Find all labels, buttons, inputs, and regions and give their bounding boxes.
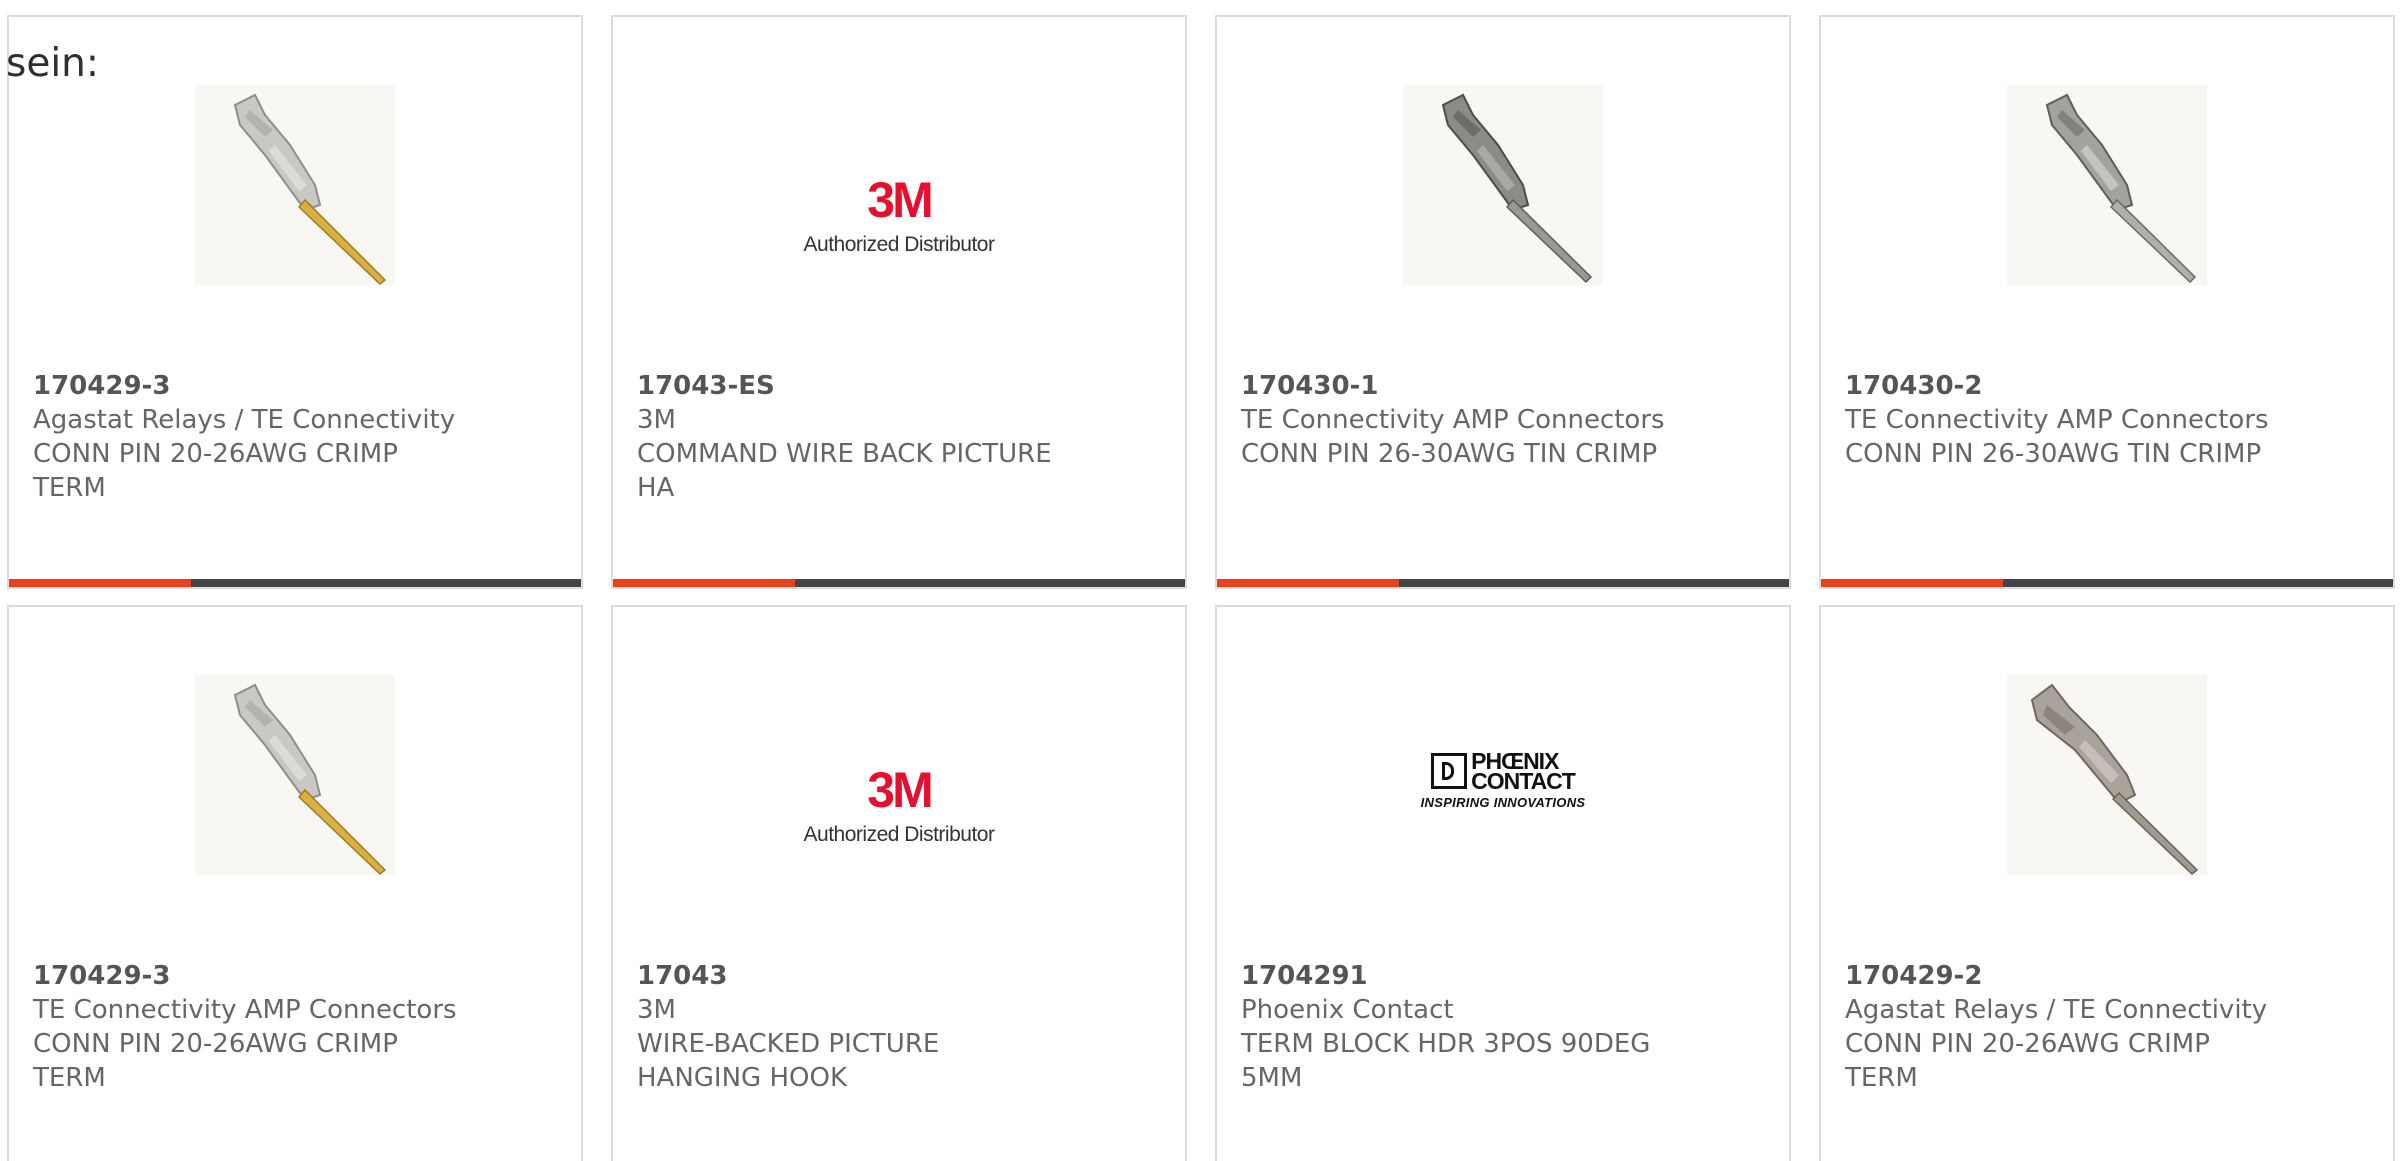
phoenix-logo-tagline: INSPIRING INNOVATIONS	[1420, 794, 1586, 810]
part-number[interactable]: 170429-3	[33, 959, 473, 993]
description-line: TERM	[33, 1063, 106, 1093]
product-image[interactable]	[1821, 85, 2393, 305]
card-bottom-bar	[1217, 579, 1789, 587]
3m-logo-subtitle: Authorized Distributor	[803, 823, 995, 846]
product-grid: 170429-3 Agastat Relays / TE Connectivit…	[0, 0, 2400, 1161]
part-number[interactable]: 170429-2	[1845, 959, 2285, 993]
product-image[interactable]: PHŒNIX CONTACT INSPIRING INNOVATIONS	[1217, 675, 1789, 895]
intro-text: sein:	[6, 41, 100, 86]
phoenix-contact-logo: PHŒNIX CONTACT INSPIRING INNOVATIONS	[1388, 705, 1618, 855]
product-card[interactable]: PHŒNIX CONTACT INSPIRING INNOVATIONS 170…	[1215, 605, 1791, 1161]
manufacturer: 3M	[637, 405, 676, 435]
product-info: 170429-3 TE Connectivity AMP Connectors …	[33, 959, 473, 1095]
gold-crimp-pin-image	[195, 675, 395, 875]
product-info: 1704291 Phoenix Contact TERM BLOCK HDR 3…	[1241, 959, 1681, 1095]
description-line: WIRE-BACKED PICTURE	[637, 1029, 940, 1059]
3m-logo: 3M Authorized Distributor	[794, 731, 1004, 881]
3m-logo-subtitle: Authorized Distributor	[803, 233, 995, 256]
product-card[interactable]: 170430-1 TE Connectivity AMP Connectors …	[1215, 15, 1791, 589]
3m-logo: 3M Authorized Distributor	[794, 141, 1004, 291]
product-card[interactable]: 170429-3 TE Connectivity AMP Connectors …	[7, 605, 583, 1161]
description-line: TERM	[33, 473, 106, 503]
product-card[interactable]: 3M Authorized Distributor 17043-ES 3M CO…	[611, 15, 1187, 589]
manufacturer: TE Connectivity AMP Connectors	[1241, 405, 1665, 435]
description-line: CONN PIN 20-26AWG CRIMP	[1845, 1029, 2210, 1059]
description-line: TERM	[1845, 1063, 1918, 1093]
card-accent-bar	[1217, 579, 1399, 587]
description-line: TERM BLOCK HDR 3POS 90DEG	[1241, 1029, 1651, 1059]
product-info: 170430-2 TE Connectivity AMP Connectors …	[1845, 369, 2285, 471]
product-image[interactable]	[1821, 675, 2393, 895]
card-accent-bar	[1821, 579, 2003, 587]
phoenix-logo-mark	[1431, 752, 1468, 789]
card-bottom-bar	[613, 579, 1185, 587]
part-number[interactable]: 170429-3	[33, 369, 473, 403]
manufacturer: TE Connectivity AMP Connectors	[1845, 405, 2269, 435]
tin-crimp-pin-image	[2007, 85, 2207, 285]
gold-crimp-pin-image	[195, 85, 395, 285]
product-info: 17043 3M WIRE-BACKED PICTURE HANGING HOO…	[637, 959, 1077, 1095]
product-image[interactable]: 3M Authorized Distributor	[613, 675, 1185, 895]
description-line: 5MM	[1241, 1063, 1303, 1093]
description-line: COMMAND WIRE BACK PICTURE	[637, 439, 1052, 469]
product-info: 170429-2 Agastat Relays / TE Connectivit…	[1845, 959, 2285, 1095]
product-image[interactable]: 3M Authorized Distributor	[613, 85, 1185, 305]
manufacturer: Agastat Relays / TE Connectivity	[1845, 995, 2268, 1025]
tin-crimp-pin-image	[1403, 85, 1603, 285]
card-accent-bar	[613, 579, 795, 587]
part-number[interactable]: 170430-2	[1845, 369, 2285, 403]
description-line: HANGING HOOK	[637, 1063, 847, 1093]
manufacturer: Agastat Relays / TE Connectivity	[33, 405, 456, 435]
manufacturer: Phoenix Contact	[1241, 995, 1454, 1025]
product-image[interactable]	[1217, 85, 1789, 305]
description-line: HA	[637, 473, 675, 503]
card-accent-bar	[9, 579, 191, 587]
product-card[interactable]: 170429-3 Agastat Relays / TE Connectivit…	[7, 15, 583, 589]
part-number[interactable]: 1704291	[1241, 959, 1681, 993]
product-card[interactable]: 170430-2 TE Connectivity AMP Connectors …	[1819, 15, 2395, 589]
part-number[interactable]: 17043-ES	[637, 369, 1077, 403]
card-bottom-bar	[1821, 579, 2393, 587]
tin-crimp-pin-image	[2007, 675, 2207, 875]
product-image[interactable]	[9, 85, 581, 305]
product-info: 17043-ES 3M COMMAND WIRE BACK PICTURE HA	[637, 369, 1077, 505]
part-number[interactable]: 170430-1	[1241, 369, 1681, 403]
part-number[interactable]: 17043	[637, 959, 1077, 993]
product-info: 170430-1 TE Connectivity AMP Connectors …	[1241, 369, 1681, 471]
phoenix-logo-line2: CONTACT	[1471, 767, 1576, 794]
description-line: CONN PIN 20-26AWG CRIMP	[33, 439, 398, 469]
manufacturer: TE Connectivity AMP Connectors	[33, 995, 457, 1025]
description-line: CONN PIN 26-30AWG TIN CRIMP	[1241, 439, 1658, 469]
description-line: CONN PIN 20-26AWG CRIMP	[33, 1029, 398, 1059]
product-image[interactable]	[9, 675, 581, 895]
3m-logo-mark: 3M	[867, 762, 933, 818]
3m-logo-mark: 3M	[867, 172, 933, 228]
card-bottom-bar	[9, 579, 581, 587]
product-card[interactable]: 3M Authorized Distributor 17043 3M WIRE-…	[611, 605, 1187, 1161]
product-info: 170429-3 Agastat Relays / TE Connectivit…	[33, 369, 473, 505]
manufacturer: 3M	[637, 995, 676, 1025]
description-line: CONN PIN 26-30AWG TIN CRIMP	[1845, 439, 2262, 469]
product-card[interactable]: 170429-2 Agastat Relays / TE Connectivit…	[1819, 605, 2395, 1161]
